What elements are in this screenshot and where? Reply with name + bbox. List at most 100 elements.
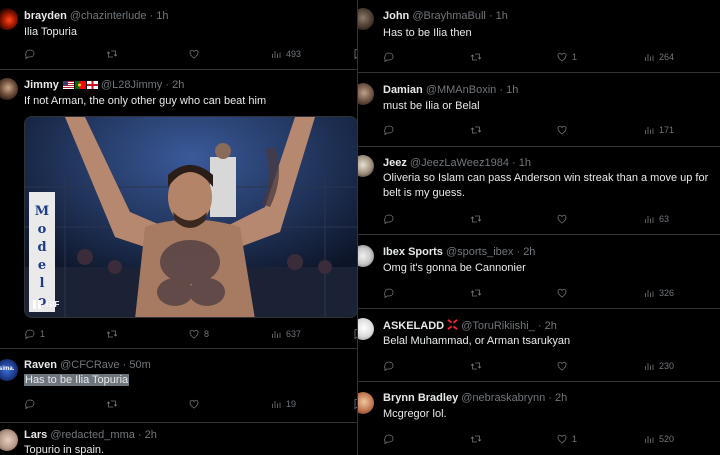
tweet-lars[interactable]: Lars @redacted_mma · 2h Topurio in spain… [0,423,360,455]
like-button[interactable] [556,286,572,300]
retweet-button[interactable] [106,397,122,411]
avatar[interactable] [0,429,18,451]
views-button[interactable]: 326 [643,286,674,300]
display-name[interactable]: Ibex Sports [383,246,443,258]
tweet-ibex-sports[interactable]: Ibex Sports @sports_ibex · 2h Omg it's g… [358,235,720,309]
tweet-actions: 1 264 [383,50,718,64]
views-button[interactable]: 493 [270,47,301,61]
retweet-button[interactable] [470,359,486,373]
like-count: 8 [204,329,210,339]
views-button[interactable]: 63 [643,212,669,226]
timestamp[interactable]: 1h [519,157,531,169]
reply-button[interactable] [24,397,40,411]
user-handle[interactable]: @sports_ibex [446,246,513,258]
timestamp[interactable]: 1h [156,10,168,22]
display-name[interactable]: Jimmy [24,79,59,91]
like-button[interactable] [188,47,204,61]
reply-button[interactable] [383,212,399,226]
like-button[interactable] [556,212,572,226]
gif-badge[interactable]: GIF [33,300,59,309]
views-button[interactable]: 264 [643,50,674,64]
user-handle[interactable]: @ToruRikiishi_ [461,320,535,332]
display-name[interactable]: Damian [383,84,423,96]
timestamp[interactable]: 1h [496,10,508,22]
display-name[interactable]: Jeez [383,157,407,169]
user-handle[interactable]: @L28Jimmy [101,79,162,91]
avatar[interactable] [0,78,18,100]
reply-button[interactable] [24,47,40,61]
display-name[interactable]: brayden [24,10,67,22]
avatar[interactable] [358,245,374,267]
pause-icon[interactable] [33,300,41,309]
user-handle[interactable]: @MMAnBoxin [426,84,496,96]
retweet-button[interactable] [470,123,486,137]
views-button[interactable]: 19 [270,397,296,411]
display-name[interactable]: John [383,10,409,22]
tweet-jeez[interactable]: Jeez @JeezLaWeez1984 · 1h Oliveria so Is… [358,147,720,235]
views-button[interactable]: 171 [643,123,674,137]
like-button[interactable]: 1 [556,432,577,446]
timestamp[interactable]: 50m [129,359,150,371]
gif-media[interactable]: M o d e l o GIF [24,116,358,318]
views-button[interactable]: 637 [270,327,301,341]
tweet-text: Mcgregor lol. [383,408,447,420]
views-button[interactable]: 230 [643,359,674,373]
avatar[interactable] [358,155,374,177]
display-name[interactable]: ASKELADD [383,320,444,332]
reply-button[interactable] [383,359,399,373]
timestamp[interactable]: 2h [545,320,557,332]
user-handle[interactable]: @chazinterlude [70,10,147,22]
display-name[interactable]: Lars [24,429,47,441]
user-handle[interactable]: @BrayhmaBull [412,10,486,22]
avatar[interactable] [358,8,374,30]
timestamp[interactable]: 1h [506,84,518,96]
retweet-button[interactable] [470,212,486,226]
avatar[interactable] [358,392,374,414]
tweet-brynn-bradley[interactable]: Brynn Bradley @nebraskabrynn · 2h Mcgreg… [358,382,720,455]
reply-button[interactable]: 1 [24,327,45,341]
user-handle[interactable]: @redacted_mma [50,429,135,441]
timestamp[interactable]: 2h [555,392,567,404]
like-button[interactable] [556,123,572,137]
like-button[interactable]: 8 [188,327,209,341]
tweet-header: Ibex Sports @sports_ibex · 2h [383,246,535,259]
retweet-button[interactable] [470,286,486,300]
tweet-jimmy[interactable]: Jimmy @L28Jimmy · 2h If not Arman, the o… [0,70,360,349]
tweet-brayden[interactable]: brayden @chazinterlude · 1h Ilia Topuria… [0,0,360,70]
retweet-button[interactable] [470,50,486,64]
reply-button[interactable] [383,50,399,64]
tweet-header: Brynn Bradley @nebraskabrynn · 2h [383,392,567,405]
retweet-button[interactable] [470,432,486,446]
tweet-damian[interactable]: Damian @MMAnBoxin · 1h must be Ilia or B… [358,73,720,147]
views-icon [643,360,655,372]
tweet-john[interactable]: John @BrayhmaBull · 1h Has to be Ilia th… [358,0,720,73]
like-button[interactable] [188,397,204,411]
like-count: 1 [572,52,578,62]
timestamp[interactable]: 2h [523,246,535,258]
timestamp[interactable]: 2h [145,429,157,441]
avatar[interactable] [358,83,374,105]
display-name[interactable]: Brynn Bradley [383,392,458,404]
timestamp[interactable]: 2h [172,79,184,91]
reply-button[interactable] [383,123,399,137]
views-button[interactable]: 520 [643,432,674,446]
tweet-raven[interactable]: sima. Raven @CFCRave · 50m Has to be Ili… [0,349,360,423]
avatar[interactable] [358,318,374,340]
reply-button[interactable] [383,286,399,300]
tweet-actions: 230 [383,359,718,373]
user-handle[interactable]: @JeezLaWeez1984 [410,157,509,169]
reply-button[interactable] [383,432,399,446]
retweet-button[interactable] [106,327,122,341]
retweet-button[interactable] [106,47,122,61]
like-button[interactable] [556,359,572,373]
avatar[interactable]: sima. [0,359,18,381]
selected-text[interactable]: Has to be Ilia Topuria [24,374,130,386]
like-button[interactable]: 1 [556,50,577,64]
views-icon [643,213,655,225]
tweet-askeladd[interactable]: ASKELADD @ToruRikiishi_ · 2h Belal Muham… [358,309,720,382]
tweet-text: Has to be Ilia Topuria [24,373,354,388]
avatar[interactable] [0,8,18,30]
display-name[interactable]: Raven [24,359,57,371]
user-handle[interactable]: @nebraskabrynn [461,392,545,404]
user-handle[interactable]: @CFCRave [60,359,119,371]
